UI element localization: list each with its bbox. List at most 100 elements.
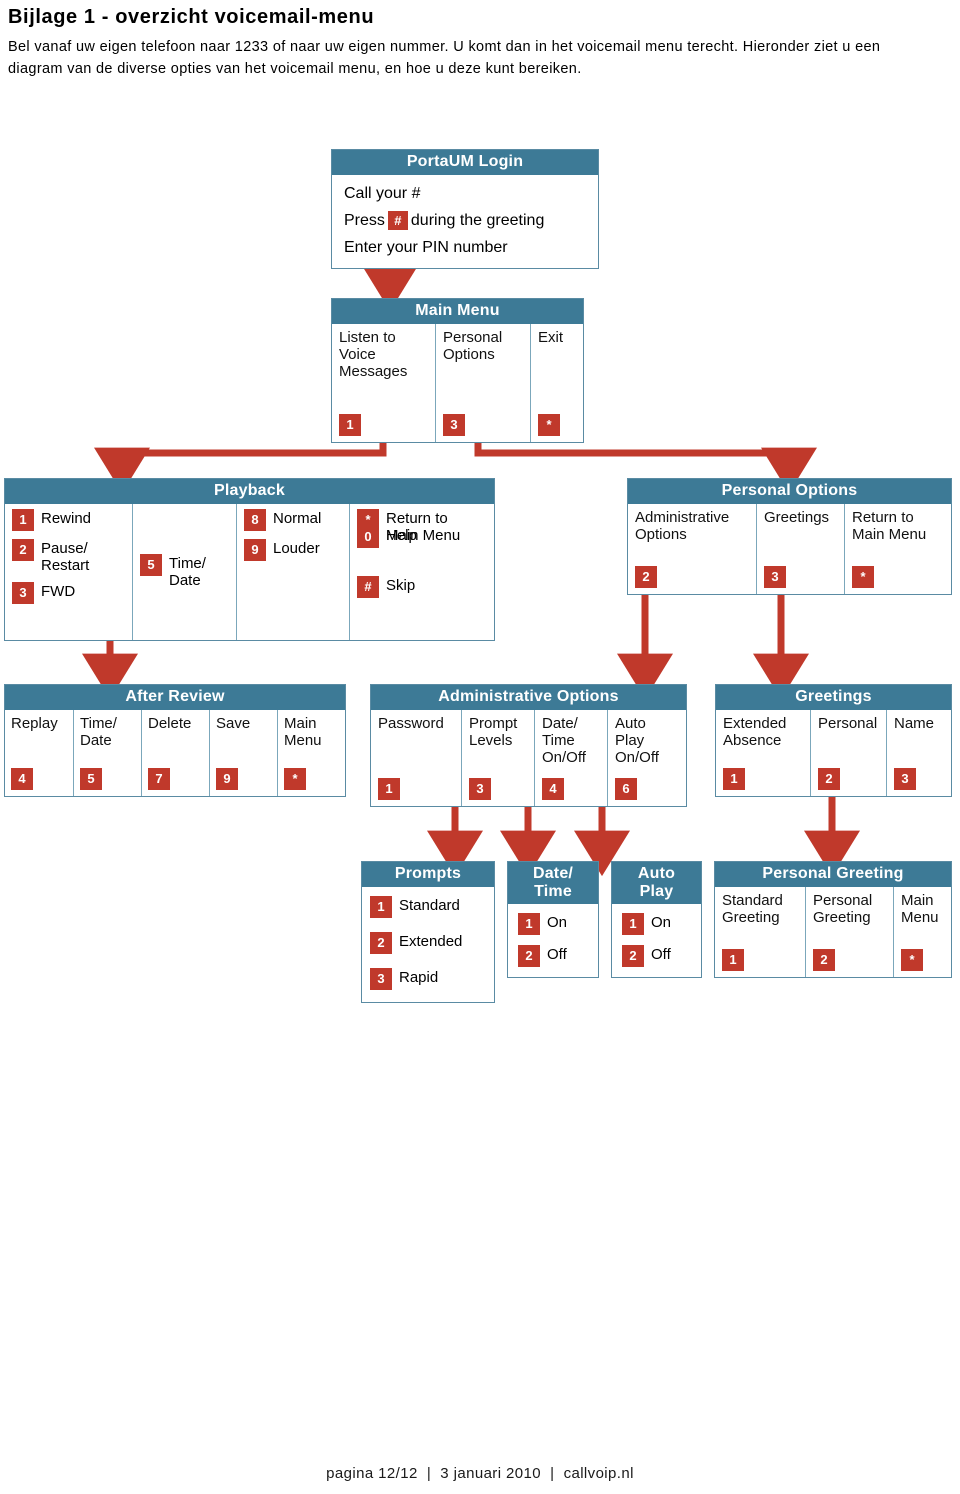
node-columns: Extended Absence 1 Personal 2 Name 3 bbox=[716, 709, 951, 796]
column-playback-volume: 8 Normal 9 Louder bbox=[236, 503, 349, 640]
key-row: 9 Louder bbox=[244, 538, 343, 561]
key-row: 2 Extended bbox=[370, 931, 488, 954]
column-key-wrap: 2 bbox=[813, 943, 887, 971]
column-name: Name 3 bbox=[886, 709, 951, 796]
key-label: Time/ Date bbox=[169, 554, 206, 589]
column-key-wrap: 7 bbox=[148, 762, 205, 790]
node-columns: Replay 4 Time/ Date 5 Delete 7 Save 9 Ma… bbox=[5, 709, 345, 796]
column-key-wrap: 3 bbox=[894, 762, 945, 790]
key-row: 3 FWD bbox=[12, 581, 126, 604]
node-body: 1 Standard 2 Extended 3 Rapid bbox=[362, 887, 494, 1002]
node-title: PortaUM Login bbox=[332, 150, 598, 175]
node-columns: 1 Rewind 2 Pause/ Restart 3 FWD 5 Time/ … bbox=[5, 503, 494, 640]
column-key-wrap: * bbox=[284, 762, 341, 790]
column-label: Date/ Time On/Off bbox=[542, 714, 586, 766]
column-key-wrap: 6 bbox=[615, 772, 680, 800]
node-title: Personal Greeting bbox=[715, 862, 951, 887]
key-row: 2 Off bbox=[518, 944, 592, 967]
node-playback: Playback 1 Rewind 2 Pause/ Restart 3 FWD bbox=[4, 478, 495, 641]
key-row: 8 Normal bbox=[244, 508, 343, 531]
login-line-pin: Enter your PIN number bbox=[344, 238, 508, 256]
login-line-call: Call your # bbox=[344, 184, 421, 202]
key-badge: 3 bbox=[764, 565, 786, 588]
node-title: Prompts bbox=[362, 862, 494, 887]
column-label: Return to Main Menu bbox=[852, 508, 927, 543]
node-title: Greetings bbox=[716, 685, 951, 710]
key-row: 5 Time/ Date bbox=[140, 553, 230, 589]
key-badge: * bbox=[852, 565, 874, 588]
node-columns: Password 1 Prompt Levels 3 Date/ Time On… bbox=[371, 709, 686, 806]
voicemail-menu-diagram: PortaUM Login Call your # Press # during t… bbox=[0, 0, 960, 1060]
key-badge: 8 bbox=[244, 508, 266, 531]
column-key-wrap: 4 bbox=[542, 772, 601, 800]
column-key-wrap: 2 bbox=[635, 560, 750, 588]
column-label: Main Menu bbox=[901, 891, 939, 926]
column-key-wrap: 1 bbox=[722, 943, 799, 971]
footer-separator-1: | bbox=[417, 1465, 441, 1482]
key-badge: 1 bbox=[722, 948, 744, 971]
column-key-wrap: 2 bbox=[818, 762, 880, 790]
key-badge: 2 bbox=[813, 948, 835, 971]
column-label: Replay bbox=[11, 714, 58, 732]
key-label: Pause/ Restart bbox=[41, 539, 90, 574]
column-personal: Personal 2 bbox=[810, 709, 886, 796]
key-badge: * bbox=[538, 413, 560, 436]
column-password: Password 1 bbox=[371, 710, 461, 806]
column-key-wrap: * bbox=[852, 560, 945, 588]
column-greetings: Greetings 3 bbox=[756, 503, 844, 594]
key-badge: 9 bbox=[244, 538, 266, 561]
footer-date: 3 januari 2010 bbox=[440, 1465, 541, 1482]
column-key-wrap: 3 bbox=[764, 560, 838, 588]
column-playback-timedate: 5 Time/ Date bbox=[132, 503, 236, 640]
node-body: 1 On 2 Off bbox=[612, 904, 701, 977]
node-title: After Review bbox=[5, 685, 345, 710]
node-prompts: Prompts 1 Standard 2 Extended 3 Rapid bbox=[361, 861, 495, 1003]
key-row: 1 On bbox=[622, 912, 695, 935]
column-key-wrap: 1 bbox=[339, 408, 429, 436]
column-key-wrap: 1 bbox=[378, 772, 455, 800]
column-administrative-options: Administrative Options 2 bbox=[628, 504, 756, 594]
column-playback-navigation: * Return to Main Menu 0 Help # Skip bbox=[349, 503, 494, 640]
key-label: On bbox=[651, 913, 672, 931]
column-label: Personal bbox=[818, 714, 878, 732]
key-badge: 2 bbox=[635, 565, 657, 588]
footer-separator-2: | bbox=[540, 1465, 564, 1482]
arrow-mainmenu-to-personalopts bbox=[474, 441, 817, 494]
login-body: Call your # Press # during the greeting En… bbox=[332, 175, 598, 268]
key-badge: 0 bbox=[357, 525, 379, 548]
key-label: Help bbox=[386, 526, 417, 544]
node-title: Date/ Time bbox=[508, 862, 598, 904]
column-label: Standard Greeting bbox=[722, 891, 783, 926]
key-badge: 9 bbox=[216, 767, 238, 790]
column-auto-play-onoff: Auto Play On/Off 6 bbox=[607, 709, 686, 806]
page-footer: pagina 12/12 | 3 januari 2010 | callvoip… bbox=[0, 1465, 960, 1482]
node-title: Administrative Options bbox=[371, 685, 686, 710]
column-label: Listen to Voice Messages bbox=[339, 328, 408, 380]
key-badge: 2 bbox=[622, 944, 644, 967]
column-label: Greetings bbox=[764, 508, 830, 526]
column-label: Personal Greeting bbox=[813, 891, 873, 926]
login-line-press: Press # during the greeting bbox=[344, 207, 590, 234]
key-row: 2 Pause/ Restart bbox=[12, 538, 126, 574]
key-label: Standard bbox=[399, 896, 460, 914]
key-row: 1 On bbox=[518, 912, 592, 935]
node-auto-play: Auto Play 1 On 2 Off bbox=[611, 861, 702, 978]
column-key-wrap: 9 bbox=[216, 762, 273, 790]
key-badge: 5 bbox=[80, 767, 102, 790]
key-badge: 5 bbox=[140, 553, 162, 576]
node-portaum-login: PortaUM Login Call your # Press # during t… bbox=[331, 149, 599, 269]
key-label: Off bbox=[547, 945, 567, 963]
node-columns: Administrative Options 2 Greetings 3 Ret… bbox=[628, 503, 951, 594]
column-save: Save 9 bbox=[209, 709, 277, 796]
column-personal-options: Personal Options 3 bbox=[435, 323, 530, 442]
arrow-mainmenu-to-playback bbox=[94, 441, 387, 494]
column-replay: Replay 4 bbox=[5, 710, 73, 796]
footer-page: pagina 12/12 bbox=[326, 1465, 418, 1482]
node-title: Auto Play bbox=[612, 862, 701, 904]
key-badge: 3 bbox=[12, 581, 34, 604]
key-badge: 1 bbox=[339, 413, 361, 436]
column-key-wrap: 1 bbox=[723, 762, 804, 790]
column-time-date: Time/ Date 5 bbox=[73, 709, 141, 796]
column-key-wrap: * bbox=[538, 408, 577, 436]
key-badge: 6 bbox=[615, 777, 637, 800]
